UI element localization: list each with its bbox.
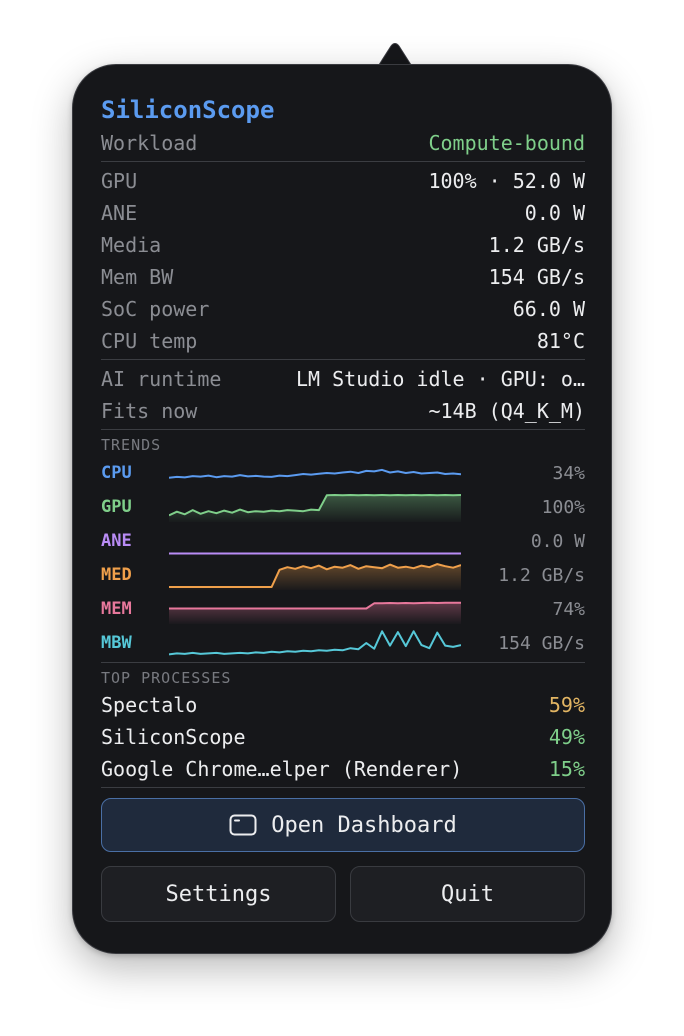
process-list: Spectalo 59% SiliconScope 49% Google Chrome…… bbox=[101, 689, 585, 785]
process-row: SiliconScope 49% bbox=[101, 721, 585, 753]
divider bbox=[101, 662, 585, 663]
metric-label: SoC power bbox=[101, 297, 210, 321]
sparkline bbox=[169, 563, 461, 590]
trend-value: 0.0 W bbox=[530, 530, 585, 552]
fits-now-value: ~14B (Q4_K_M) bbox=[428, 399, 585, 423]
metric-label: ANE bbox=[101, 201, 138, 225]
workload-row: Workload Compute-bound bbox=[101, 127, 585, 159]
metric-row-ane: ANE 0.0 W bbox=[101, 197, 585, 229]
metric-label: Mem BW bbox=[101, 265, 174, 289]
fits-now-label: Fits now bbox=[101, 399, 198, 423]
workload-value: Compute-bound bbox=[428, 131, 585, 155]
metric-label: CPU temp bbox=[101, 329, 198, 353]
trend-value: 154 GB/s bbox=[498, 632, 585, 654]
processes-heading: TOP PROCESSES bbox=[101, 669, 232, 687]
process-name: Google Chrome…elper (Renderer) bbox=[101, 757, 463, 781]
sparkline bbox=[169, 468, 461, 479]
metrics-list: GPU 100% · 52.0 W ANE 0.0 W Media 1.2 GB… bbox=[101, 165, 585, 357]
sparkline-area bbox=[169, 495, 461, 522]
trend-value: 34% bbox=[552, 462, 585, 484]
metric-row-cpu-temp: CPU temp 81°C bbox=[101, 325, 585, 357]
sparkline-area bbox=[169, 602, 461, 624]
metric-value: 66.0 W bbox=[512, 297, 585, 321]
trends-heading: TRENDS bbox=[101, 436, 162, 454]
trend-row-mem: MEM 74% bbox=[101, 592, 585, 626]
fits-now-row: Fits now ~14B (Q4_K_M) bbox=[101, 395, 585, 427]
process-row: Google Chrome…elper (Renderer) 15% bbox=[101, 753, 585, 785]
process-cpu-value: 15% bbox=[548, 757, 585, 781]
divider bbox=[101, 359, 585, 360]
trend-value: 1.2 GB/s bbox=[498, 564, 585, 586]
process-row: Spectalo 59% bbox=[101, 689, 585, 721]
quit-button[interactable]: Quit bbox=[350, 866, 585, 922]
divider bbox=[101, 787, 585, 788]
metric-value: 81°C bbox=[536, 329, 585, 353]
workload-label: Workload bbox=[101, 131, 198, 155]
trend-value: 74% bbox=[552, 598, 585, 620]
metric-label: Media bbox=[101, 233, 162, 257]
open-dashboard-label: Open Dashboard bbox=[271, 812, 457, 838]
footer-buttons: Settings Quit bbox=[101, 866, 585, 922]
trend-label: GPU bbox=[101, 497, 132, 517]
process-name: Spectalo bbox=[101, 693, 198, 717]
settings-button[interactable]: Settings bbox=[101, 866, 336, 922]
trend-label: MED bbox=[101, 565, 132, 585]
metric-row-mem-bw: Mem BW 154 GB/s bbox=[101, 261, 585, 293]
window-icon bbox=[229, 814, 257, 836]
sparkline-line bbox=[169, 630, 461, 656]
process-cpu-value: 59% bbox=[548, 693, 585, 717]
trend-label: ANE bbox=[101, 531, 132, 551]
trend-row-mbw: MBW 154 GB/s bbox=[101, 626, 585, 660]
metric-value: 0.0 W bbox=[524, 201, 585, 225]
trend-row-gpu: GPU 100% bbox=[101, 490, 585, 524]
trend-label: MEM bbox=[101, 599, 132, 619]
sparkline-line bbox=[169, 468, 461, 479]
ai-runtime-row: AI runtime LM Studio idle · GPU: o… bbox=[101, 363, 585, 395]
metric-value: 100% · 52.0 W bbox=[428, 169, 585, 193]
app-title: SiliconScope bbox=[101, 96, 275, 124]
metric-value: 1.2 GB/s bbox=[488, 233, 585, 257]
trend-label: CPU bbox=[101, 463, 132, 483]
trends-list: CPU 34% GPU 100% ANE 0.0 W MED 1.2 GB/s MEM 74% MB… bbox=[101, 456, 585, 660]
popover-panel: SiliconScope Workload Compute-bound GPU … bbox=[72, 64, 612, 954]
sparkline bbox=[169, 601, 461, 624]
sparkline bbox=[169, 630, 461, 656]
metric-row-gpu: GPU 100% · 52.0 W bbox=[101, 165, 585, 197]
sparkline bbox=[169, 494, 461, 522]
ai-runtime-value: LM Studio idle · GPU: o… bbox=[296, 367, 585, 391]
metric-row-media: Media 1.2 GB/s bbox=[101, 229, 585, 261]
trend-row-cpu: CPU 34% bbox=[101, 456, 585, 490]
divider bbox=[101, 429, 585, 430]
metric-row-soc-power: SoC power 66.0 W bbox=[101, 293, 585, 325]
divider bbox=[101, 161, 585, 162]
process-cpu-value: 49% bbox=[548, 725, 585, 749]
trend-label: MBW bbox=[101, 633, 132, 653]
process-name: SiliconScope bbox=[101, 725, 246, 749]
popover-content: SiliconScope Workload Compute-bound GPU … bbox=[101, 93, 585, 922]
metric-label: GPU bbox=[101, 169, 138, 193]
trend-value: 100% bbox=[541, 496, 585, 518]
sparkline bbox=[169, 552, 461, 555]
open-dashboard-button[interactable]: Open Dashboard bbox=[101, 798, 585, 852]
popover: SiliconScope Workload Compute-bound GPU … bbox=[72, 42, 612, 954]
ai-runtime-label: AI runtime bbox=[101, 367, 222, 391]
metric-value: 154 GB/s bbox=[488, 265, 585, 289]
trend-row-ane: ANE 0.0 W bbox=[101, 524, 585, 558]
trend-row-med: MED 1.2 GB/s bbox=[101, 558, 585, 592]
